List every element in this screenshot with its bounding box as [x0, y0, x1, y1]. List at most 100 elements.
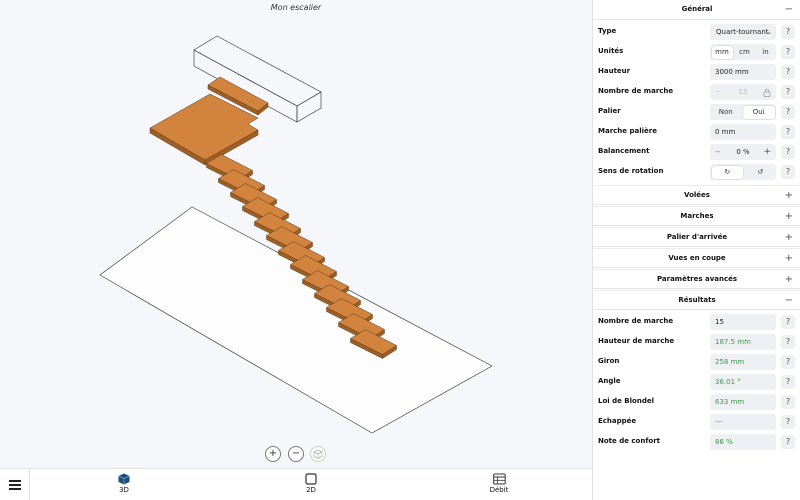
- reset-view-icon: [313, 449, 323, 459]
- bottom-nav: 3D 2D Débit: [0, 468, 592, 500]
- expand-icon[interactable]: +: [785, 207, 793, 226]
- cube-icon: [118, 473, 130, 485]
- type-value: Quart-tournant: [716, 28, 769, 36]
- balance-stepper[interactable]: − 0 % +: [710, 144, 776, 160]
- rotate-counterclockwise-icon[interactable]: ↺: [745, 164, 777, 180]
- steps-stepper[interactable]: − 15: [710, 84, 776, 100]
- help-icon[interactable]: ?: [781, 145, 795, 159]
- help-icon[interactable]: ?: [781, 165, 795, 179]
- type-select[interactable]: Quart-tournant ⌄: [710, 24, 776, 40]
- nav-debit-label: Débit: [489, 486, 509, 494]
- row-type: Type Quart-tournant ⌄ ?: [593, 22, 800, 42]
- result-value: 633 mm: [710, 394, 776, 410]
- landing-step-input[interactable]: 0 mm: [710, 124, 776, 140]
- lock-icon[interactable]: [763, 88, 771, 97]
- rotate-clockwise-icon[interactable]: ↻: [711, 165, 743, 179]
- help-icon[interactable]: ?: [781, 45, 795, 59]
- result-row: Echappée --- ?: [593, 412, 800, 432]
- help-icon[interactable]: ?: [781, 335, 795, 349]
- collapse-icon[interactable]: −: [785, 0, 793, 19]
- result-row: Nombre de marche 15 ?: [593, 312, 800, 332]
- balance-decrement[interactable]: −: [715, 144, 721, 160]
- steps-decrement[interactable]: −: [715, 84, 721, 100]
- landing-segmented: Non Oui: [710, 104, 776, 120]
- help-icon[interactable]: ?: [781, 85, 795, 99]
- section-volees-title: Volées: [684, 191, 710, 199]
- expand-icon[interactable]: +: [785, 270, 793, 289]
- chevron-down-icon: ⌄: [766, 28, 772, 36]
- steps-label: Nombre de marche: [598, 87, 674, 95]
- zoom-in-button[interactable]: +: [265, 446, 281, 462]
- expand-icon[interactable]: +: [785, 186, 793, 205]
- help-icon[interactable]: ?: [781, 315, 795, 329]
- result-value: 15: [710, 314, 776, 330]
- zoom-out-button[interactable]: −: [288, 446, 304, 462]
- stair-3d-scene[interactable]: [0, 0, 592, 468]
- section-parametres-avances[interactable]: Paramètres avancés +: [593, 269, 800, 289]
- landing-yes[interactable]: Oui: [743, 105, 775, 119]
- unit-mm[interactable]: mm: [711, 45, 733, 59]
- result-row: Note de confort 86 % ?: [593, 432, 800, 452]
- row-balance: Balancement − 0 % + ?: [593, 142, 800, 162]
- result-row: Hauteur de marche 187.5 mm ?: [593, 332, 800, 352]
- section-palier-arrivee[interactable]: Palier d'arrivée +: [593, 227, 800, 247]
- result-value: 36.01 °: [710, 374, 776, 390]
- unit-in[interactable]: in: [755, 44, 776, 60]
- section-vues-title: Vues en coupe: [668, 254, 726, 262]
- 3d-viewport[interactable]: Mon escalier + −: [0, 0, 592, 468]
- result-label: Giron: [598, 357, 620, 365]
- units-label: Unités: [598, 47, 624, 55]
- nav-2d-label: 2D: [306, 486, 316, 494]
- result-row: Angle 36.01 ° ?: [593, 372, 800, 392]
- section-resultats[interactable]: Résultats −: [593, 290, 800, 310]
- section-marches[interactable]: Marches +: [593, 206, 800, 226]
- help-icon[interactable]: ?: [781, 395, 795, 409]
- help-icon[interactable]: ?: [781, 375, 795, 389]
- expand-icon[interactable]: +: [785, 228, 793, 247]
- type-label: Type: [598, 27, 617, 35]
- row-landing-step: Marche palière 0 mm ?: [593, 122, 800, 142]
- help-icon[interactable]: ?: [781, 65, 795, 79]
- height-input[interactable]: 3000 mm: [710, 64, 776, 80]
- table-icon: [492, 473, 506, 485]
- section-parametres-title: Paramètres avancés: [656, 275, 738, 283]
- help-icon[interactable]: ?: [781, 415, 795, 429]
- expand-icon[interactable]: +: [785, 249, 793, 268]
- nav-3d[interactable]: 3D: [94, 473, 154, 494]
- row-units: Unités mm cm in ?: [593, 42, 800, 62]
- landing-no[interactable]: Non: [710, 104, 742, 120]
- rotation-segmented: ↻ ↺: [710, 164, 776, 180]
- result-value: ---: [710, 414, 776, 430]
- result-label: Echappée: [598, 417, 637, 425]
- section-general-title: Général: [681, 5, 713, 13]
- section-general-header[interactable]: Général −: [593, 0, 800, 20]
- reset-view-button[interactable]: [310, 446, 326, 462]
- collapse-icon[interactable]: −: [785, 291, 793, 310]
- result-value: 86 %: [710, 434, 776, 450]
- balance-increment[interactable]: +: [763, 144, 771, 160]
- row-steps: Nombre de marche − 15 ?: [593, 82, 800, 102]
- square-icon: [305, 473, 317, 485]
- section-volees[interactable]: Volées +: [593, 185, 800, 205]
- nav-2d[interactable]: 2D: [281, 473, 341, 494]
- unit-cm[interactable]: cm: [734, 44, 755, 60]
- menu-button[interactable]: [0, 469, 30, 500]
- steps-value: 15: [738, 88, 748, 96]
- row-landing: Palier Non Oui ?: [593, 102, 800, 122]
- result-label: Note de confort: [598, 437, 660, 445]
- row-height: Hauteur 3000 mm ?: [593, 62, 800, 82]
- help-icon[interactable]: ?: [781, 25, 795, 39]
- help-icon[interactable]: ?: [781, 435, 795, 449]
- result-row: Loi de Blondel 633 mm ?: [593, 392, 800, 412]
- help-icon[interactable]: ?: [781, 125, 795, 139]
- nav-debit[interactable]: Débit: [469, 473, 529, 494]
- help-icon[interactable]: ?: [781, 105, 795, 119]
- height-label: Hauteur: [598, 67, 631, 75]
- help-icon[interactable]: ?: [781, 355, 795, 369]
- section-vues-coupe[interactable]: Vues en coupe +: [593, 248, 800, 268]
- result-value: 187.5 mm: [710, 334, 776, 350]
- section-marches-title: Marches: [680, 212, 714, 220]
- landing-label: Palier: [598, 107, 621, 115]
- balance-value: 0 %: [736, 148, 750, 156]
- row-rotation: Sens de rotation ↻ ↺ ?: [593, 162, 800, 182]
